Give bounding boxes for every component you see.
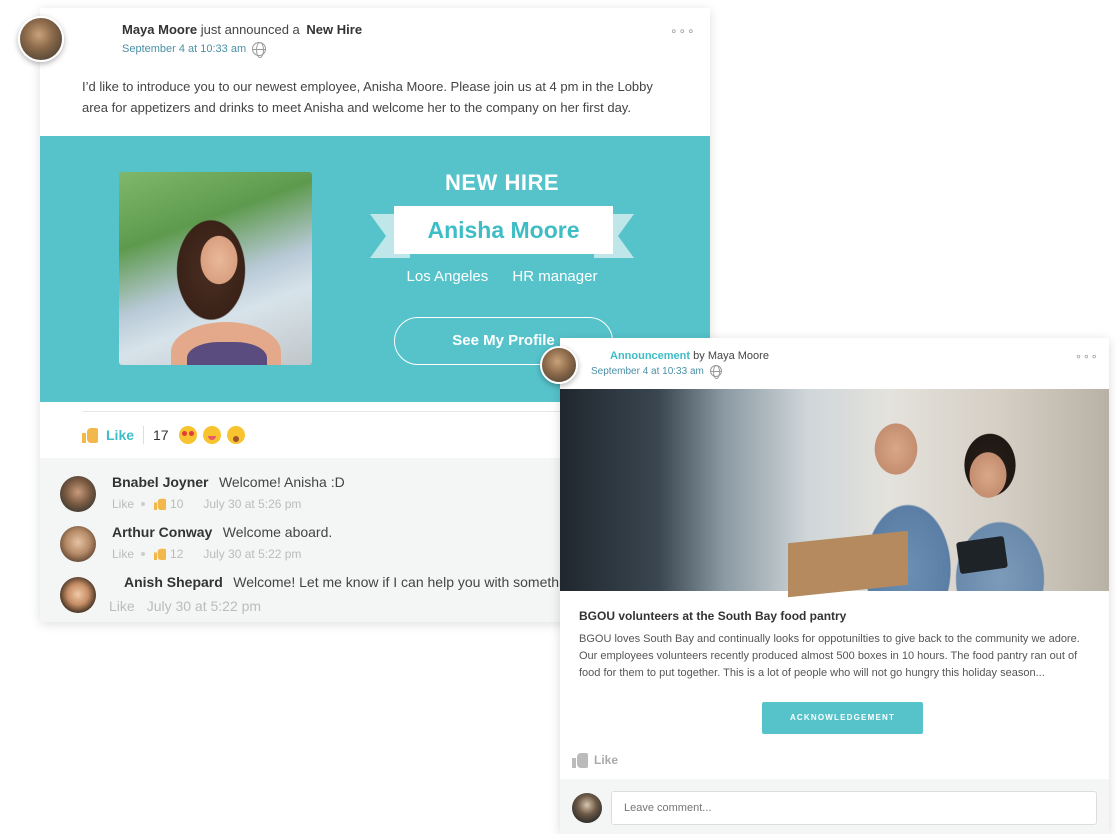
avatar[interactable] — [60, 526, 96, 562]
comment-author[interactable]: Bnabel Joyner — [112, 474, 208, 490]
post-timestamp[interactable]: September 4 at 10:33 am — [122, 43, 246, 55]
comment-input[interactable] — [611, 791, 1097, 825]
acknowledgement-button[interactable]: ACKNOWLEDGEMENT — [762, 702, 923, 734]
divider — [143, 425, 145, 444]
more-icon[interactable]: ∘∘∘ — [1075, 350, 1099, 363]
thumbs-up-icon[interactable] — [572, 752, 588, 768]
comment-text: Welcome! Let me know if I can help you w… — [233, 574, 582, 590]
new-hire-photo — [119, 172, 312, 365]
comment-like-button[interactable]: Like — [112, 497, 134, 511]
announcement-post-card: Announcement by Maya Moore September 4 a… — [560, 338, 1109, 834]
thumbs-up-icon — [154, 498, 167, 510]
yum-emoji — [202, 425, 221, 444]
like-button[interactable]: Like — [594, 753, 618, 767]
bullet-divider — [141, 552, 146, 556]
comment-composer — [560, 779, 1109, 834]
avatar[interactable] — [540, 346, 578, 384]
post-by: by — [693, 350, 705, 362]
avatar — [572, 793, 602, 823]
reaction-bar: Like — [572, 752, 618, 768]
announcement-photo — [560, 389, 1109, 591]
comment-time[interactable]: July 30 at 5:26 pm — [203, 497, 301, 511]
wow-emoji — [226, 425, 245, 444]
comment-author[interactable]: Arthur Conway — [112, 524, 212, 540]
thumbs-up-icon[interactable] — [82, 427, 98, 443]
globe-icon — [709, 365, 722, 379]
comment-time[interactable]: July 30 at 5:22 pm — [147, 598, 261, 614]
author-name[interactable]: Maya Moore — [708, 350, 769, 362]
author-name[interactable]: Maya Moore — [122, 22, 197, 37]
comment-text: Welcome aboard. — [222, 524, 333, 540]
avatar[interactable] — [60, 476, 96, 512]
post-action: just announced a — [200, 22, 300, 37]
post-header: Announcement by Maya Moore — [610, 350, 769, 362]
comment-text: Welcome! Anisha :D — [218, 474, 345, 490]
comment-like-button[interactable]: Like — [109, 598, 135, 614]
reaction-count[interactable]: 17 — [153, 427, 169, 443]
comment-author[interactable]: Anish Shepard — [124, 574, 223, 590]
comment-like-count: 12 — [170, 547, 184, 561]
comment-time[interactable]: July 30 at 5:22 pm — [203, 547, 301, 561]
bullet-divider — [141, 502, 146, 506]
comment-like-count: 10 — [170, 497, 184, 511]
globe-icon — [252, 42, 267, 58]
new-hire-location: Los Angeles — [406, 268, 489, 285]
comment-like-button[interactable]: Like — [112, 547, 134, 561]
post-type[interactable]: New Hire — [306, 22, 362, 37]
post-timestamp[interactable]: September 4 at 10:33 am — [591, 366, 704, 377]
more-icon[interactable]: ∘∘∘ — [670, 24, 696, 38]
avatar[interactable] — [18, 16, 64, 62]
post-header: Maya Moore just announced a New Hire — [122, 22, 362, 37]
new-hire-role: HR manager — [512, 268, 598, 285]
post-date: September 4 at 10:33 am — [122, 42, 267, 58]
post-body: I’d like to introduce you to our newest … — [82, 79, 653, 115]
post-date: September 4 at 10:33 am — [591, 365, 722, 379]
heart-eyes-emoji — [178, 425, 197, 444]
new-hire-name: Anisha Moore — [394, 206, 613, 254]
avatar[interactable] — [60, 577, 96, 613]
announcement-body: BGOU loves South Bay and continually loo… — [579, 633, 1080, 679]
announcement-title: BGOU volunteers at the South Bay food pa… — [579, 609, 847, 623]
post-category[interactable]: Announcement — [610, 350, 690, 362]
new-hire-meta: Los Angeles HR manager — [370, 268, 634, 285]
banner-heading: NEW HIRE — [445, 170, 559, 195]
thumbs-up-icon — [154, 548, 167, 560]
like-button[interactable]: Like — [106, 427, 134, 443]
